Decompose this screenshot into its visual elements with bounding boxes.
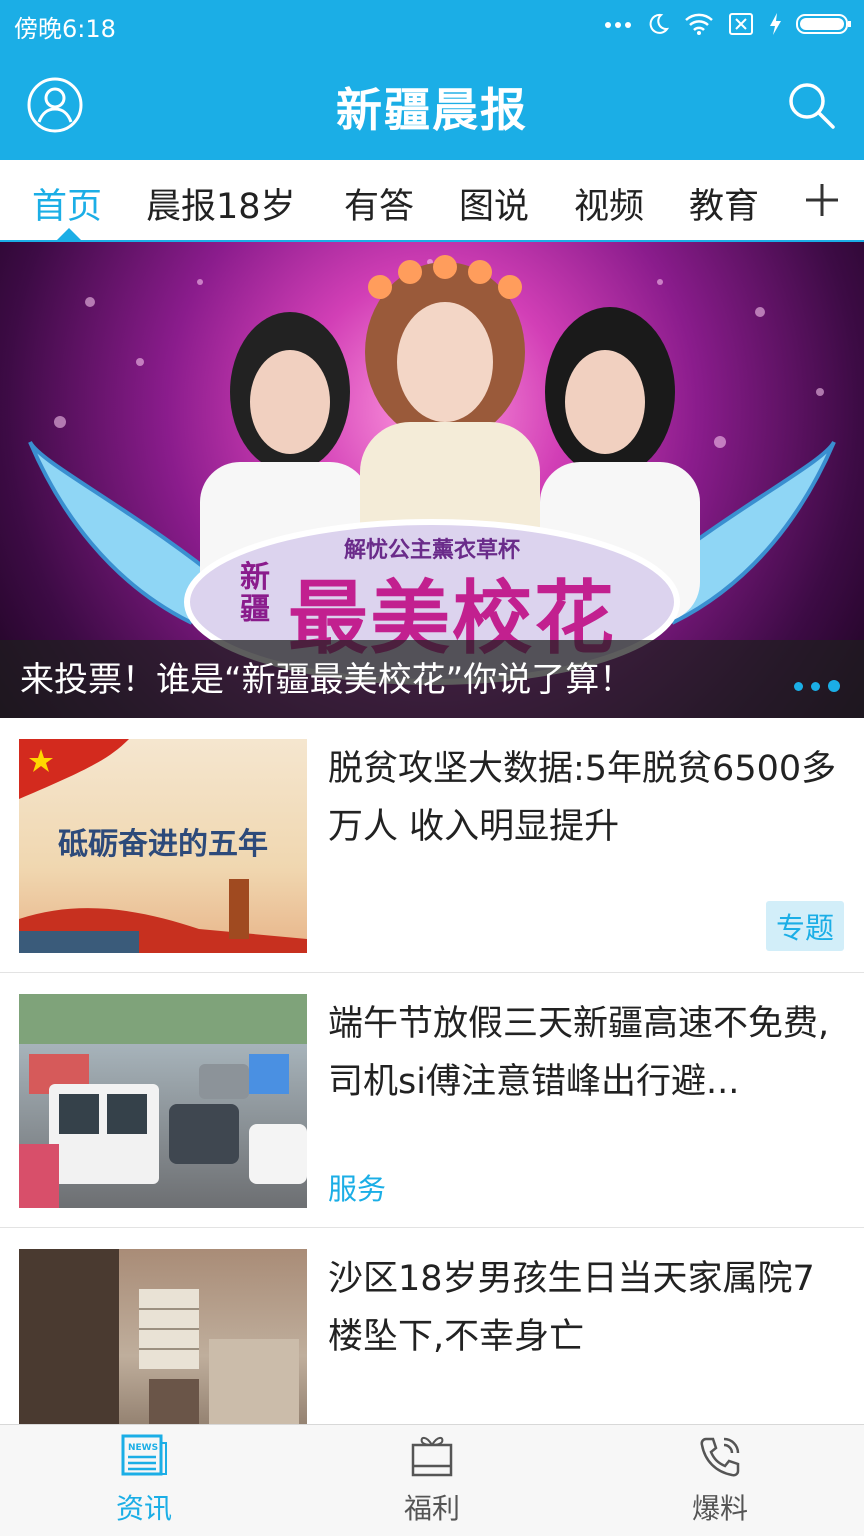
app-header: 新疆晨报	[0, 48, 864, 160]
gift-icon	[411, 1436, 453, 1477]
battery-icon	[796, 14, 851, 34]
news-item[interactable]: 端午节放假三天新疆高速不免费,司机si傅注意错峰出行避... 服务	[0, 973, 864, 1228]
svg-text:NEWS: NEWS	[128, 1443, 158, 1453]
news-item[interactable]: 砥砺奋进的五年 脱贫攻坚大数据:5年脱贫6500多万人 收入明显提升 专题	[0, 718, 864, 973]
bottom-navigation: NEWS 资讯 福利 爆料	[0, 1424, 864, 1536]
wifi-icon	[685, 13, 713, 35]
traffic-image	[19, 994, 307, 1208]
status-time: 傍晚6:18	[14, 15, 116, 43]
nav-benefits[interactable]: 福利	[288, 1425, 576, 1537]
news-headline[interactable]: 端午节放假三天新疆高速不免费,司机si傅注意错峰出行避...	[328, 995, 838, 1111]
carousel-dot	[794, 681, 803, 691]
tab-education[interactable]: 教育	[689, 178, 759, 229]
category-tabs: 首页 晨报18岁 有答 图说 视频 教育	[0, 160, 864, 242]
no-sim-icon	[729, 13, 753, 35]
news-tag[interactable]: 服务	[328, 1166, 386, 1208]
tab-qa[interactable]: 有答	[344, 178, 414, 229]
tab-home[interactable]: 首页	[32, 178, 102, 229]
nav-tip-off-label: 爆料	[691, 1492, 748, 1525]
app-title: 新疆晨报	[336, 83, 528, 137]
banner-caption-bar: 来投票！谁是“新疆最美校花”你说了算！	[0, 640, 864, 718]
tab-pictures[interactable]: 图说	[459, 178, 529, 229]
news-thumbnail: 砥砺奋进的五年	[19, 739, 307, 953]
more-dots-icon	[605, 22, 631, 28]
moon-icon	[649, 13, 670, 34]
active-tab-indicator	[57, 228, 81, 240]
add-tab-icon[interactable]	[802, 180, 842, 220]
nav-news[interactable]: NEWS 资讯	[0, 1425, 288, 1537]
status-bar: 傍晚6:18	[0, 0, 864, 48]
news-thumbnail	[19, 994, 307, 1208]
news-headline[interactable]: 沙区18岁男孩生日当天家属院7楼坠下,不幸身亡	[328, 1250, 838, 1366]
nav-tip-off[interactable]: 爆料	[576, 1425, 864, 1537]
news-tag[interactable]: 专题	[765, 901, 844, 951]
thumbnail-caption: 砥砺奋进的五年	[58, 827, 268, 862]
banner-logo-small: 新疆	[240, 560, 270, 627]
carousel-dot	[811, 681, 820, 691]
nav-news-label: 资讯	[115, 1492, 172, 1525]
banner-caption: 来投票！谁是“新疆最美校花”你说了算！	[20, 660, 634, 700]
news-headline[interactable]: 脱贫攻坚大数据:5年脱贫6500多万人 收入明显提升	[328, 740, 838, 856]
nav-benefits-label: 福利	[403, 1492, 460, 1525]
tab-18-years[interactable]: 晨报18岁	[146, 178, 296, 229]
carousel-dot-active	[828, 680, 840, 692]
news-icon: NEWS	[121, 1434, 167, 1476]
search-icon[interactable]	[784, 78, 838, 132]
featured-banner[interactable]: 解忧公主薰衣草杯 新疆 最美校花 来投票！谁是“新疆最美校花”你说了算！	[0, 242, 864, 718]
status-icons	[604, 8, 852, 40]
tab-video[interactable]: 视频	[574, 178, 644, 229]
charging-icon	[770, 13, 781, 35]
carousel-indicator	[794, 680, 840, 692]
phone-icon	[700, 1437, 740, 1477]
